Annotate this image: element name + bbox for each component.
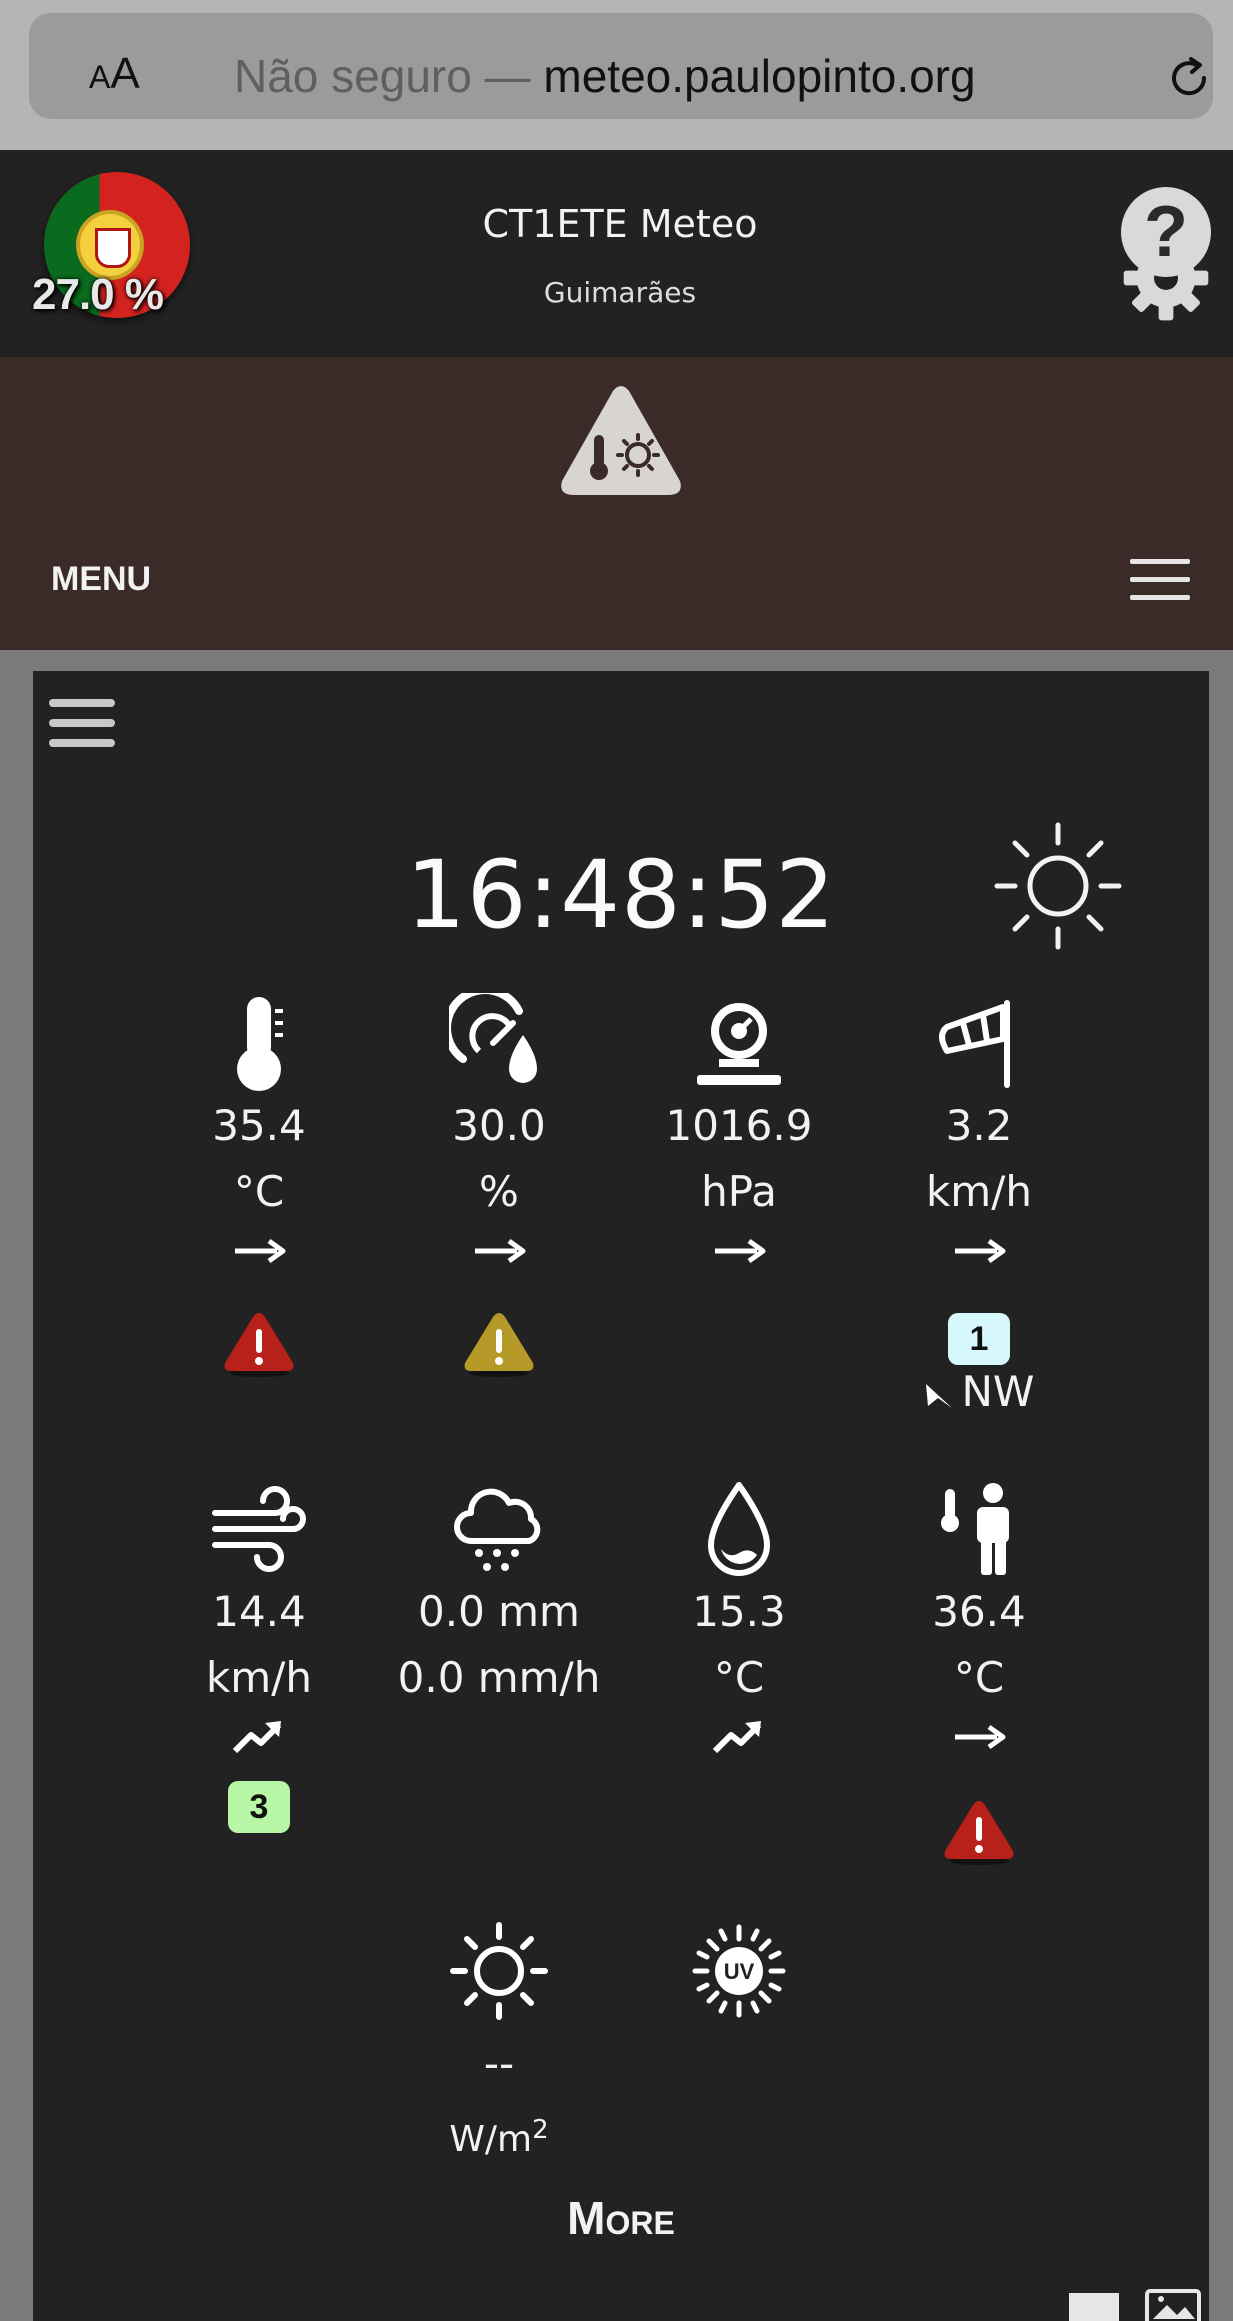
trend-steady-icon bbox=[715, 1238, 766, 1264]
solar-value: -- bbox=[483, 2039, 515, 2088]
gust-value: 14.4 bbox=[212, 1587, 306, 1636]
sun-icon bbox=[994, 822, 1122, 950]
dewpoint-value: 15.3 bbox=[692, 1587, 786, 1636]
rain-cell[interactable]: 0.0 mm 0.0 mm/h bbox=[379, 1479, 619, 1711]
solar-unit: W/m2 bbox=[379, 2097, 619, 2173]
water-drop-icon bbox=[708, 1482, 770, 1576]
uv-index-cell[interactable]: UV bbox=[619, 1921, 859, 2021]
beaufort-badge: 3 bbox=[228, 1781, 290, 1833]
feels-like-cell[interactable]: 36.4 °C bbox=[859, 1479, 1099, 1865]
trend-steady-icon bbox=[955, 1238, 1006, 1264]
widget-controls-icon[interactable] bbox=[1033, 2271, 1213, 2321]
barometer-icon bbox=[697, 1003, 781, 1085]
rain-cloud-icon bbox=[454, 1488, 541, 1571]
dewpoint-unit: °C bbox=[713, 1653, 765, 1702]
hamburger-icon[interactable] bbox=[49, 699, 115, 747]
feels-like-unit: °C bbox=[953, 1653, 1005, 1702]
pressure-value: 1016.9 bbox=[665, 1101, 813, 1150]
gust-unit: km/h bbox=[205, 1653, 312, 1702]
red-warning-icon[interactable] bbox=[223, 1311, 295, 1377]
pressure-unit: hPa bbox=[701, 1167, 777, 1216]
hamburger-icon[interactable] bbox=[1130, 559, 1190, 601]
trend-steady-icon bbox=[955, 1724, 1006, 1750]
heat-warning-triangle-icon[interactable] bbox=[558, 383, 684, 499]
humidity-value: 30.0 bbox=[452, 1101, 546, 1150]
reload-icon[interactable] bbox=[1164, 53, 1214, 103]
yellow-warning-icon[interactable] bbox=[463, 1311, 535, 1377]
wind-gust-icon bbox=[212, 1486, 306, 1572]
wind-direction: NW bbox=[859, 1367, 1099, 1416]
solar-radiation-cell[interactable]: -- W/m2 bbox=[379, 1921, 619, 2173]
gust-cell[interactable]: 14.4 km/h 3 bbox=[139, 1479, 379, 1833]
browser-address-bar: AA Não seguro — meteo.paulopinto.org bbox=[0, 0, 1233, 150]
humidity-gauge-icon bbox=[449, 993, 537, 1083]
uv-index-icon: UV bbox=[692, 1924, 786, 2018]
solar-radiation-icon bbox=[450, 1922, 548, 2020]
dewpoint-cell[interactable]: 15.3 °C bbox=[619, 1479, 859, 1757]
reader-text-size-button[interactable]: AA bbox=[89, 49, 140, 99]
humidity-unit: % bbox=[479, 1167, 519, 1216]
trend-up-icon bbox=[232, 1721, 282, 1754]
wind-direction-label: NW bbox=[961, 1367, 1035, 1416]
solar-unit-exponent: 2 bbox=[532, 2115, 549, 2145]
wind-direction-arrow-icon bbox=[925, 1383, 952, 1408]
temperature-value: 35.4 bbox=[212, 1101, 306, 1150]
humidity-cell[interactable]: 30.0 % bbox=[379, 993, 619, 1377]
rain-rate: 0.0 mm/h bbox=[397, 1653, 601, 1702]
wind-value: 3.2 bbox=[945, 1101, 1013, 1150]
trend-steady-icon bbox=[235, 1238, 286, 1264]
wind-cell[interactable]: 3.2 km/h 1 NW bbox=[859, 993, 1099, 1416]
host-label: meteo.paulopinto.org bbox=[543, 50, 976, 102]
menu-band: MENU bbox=[0, 357, 1233, 650]
menu-label[interactable]: MENU bbox=[51, 560, 151, 599]
url-text[interactable]: Não seguro — meteo.paulopinto.org bbox=[234, 49, 976, 103]
temperature-unit: °C bbox=[233, 1167, 285, 1216]
feels-like-value: 36.4 bbox=[932, 1587, 1026, 1636]
site-title: CT1ETE Meteo bbox=[482, 202, 758, 246]
thermometer-icon bbox=[237, 997, 283, 1091]
weather-panel: 16:48:52 35.4 °C 30.0 % 1016.9 hPa 3.2 k… bbox=[33, 671, 1209, 2321]
temperature-cell[interactable]: 35.4 °C bbox=[139, 993, 379, 1377]
site-location: Guimarães bbox=[543, 276, 697, 309]
pressure-cell[interactable]: 1016.9 hPa bbox=[619, 993, 859, 1271]
windsock-icon bbox=[939, 1000, 1010, 1088]
help-button[interactable]: ? bbox=[1121, 187, 1211, 277]
trend-up-icon bbox=[712, 1721, 762, 1754]
url-field[interactable]: AA Não seguro — meteo.paulopinto.org bbox=[29, 13, 1213, 119]
wind-unit: km/h bbox=[925, 1167, 1032, 1216]
trend-steady-icon bbox=[475, 1238, 526, 1264]
red-warning-icon[interactable] bbox=[943, 1799, 1015, 1865]
solar-unit-base: W/m bbox=[449, 2119, 533, 2160]
site-header: 27.0 % CT1ETE Meteo Guimarães bbox=[0, 150, 1233, 357]
not-secure-label: Não seguro — bbox=[234, 50, 544, 102]
uv-icon-label: UV bbox=[724, 1959, 755, 1984]
feels-like-person-icon bbox=[941, 1483, 1009, 1575]
rain-total: 0.0 mm bbox=[418, 1587, 580, 1636]
beaufort-badge: 1 bbox=[948, 1313, 1010, 1365]
more-button[interactable]: More bbox=[33, 2191, 1209, 2245]
